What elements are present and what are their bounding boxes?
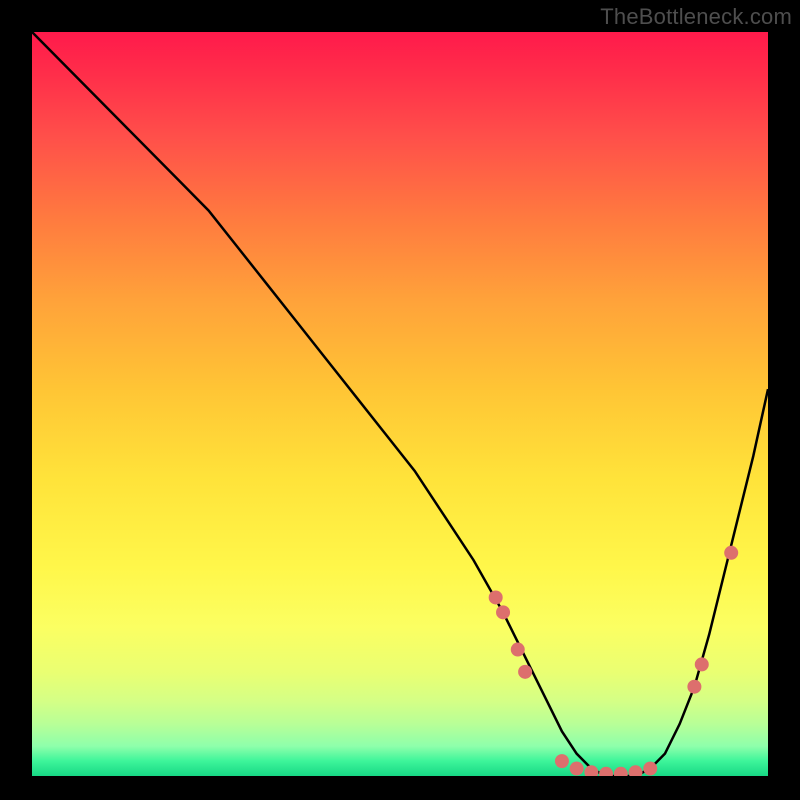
plot-area xyxy=(32,32,768,776)
marker-dot xyxy=(687,680,701,694)
marker-dot xyxy=(489,590,503,604)
marker-dot xyxy=(584,765,598,776)
chart-frame: TheBottleneck.com xyxy=(0,0,800,800)
marker-dot xyxy=(629,765,643,776)
marker-dot xyxy=(496,605,510,619)
marker-dots xyxy=(32,32,768,776)
marker-dot xyxy=(614,767,628,776)
marker-dot xyxy=(555,754,569,768)
watermark-text: TheBottleneck.com xyxy=(600,4,792,30)
marker-dot xyxy=(518,665,532,679)
marker-dot xyxy=(695,657,709,671)
marker-dot xyxy=(511,643,525,657)
marker-dot xyxy=(599,767,613,776)
marker-dot xyxy=(570,762,584,776)
marker-dot xyxy=(724,546,738,560)
marker-dot xyxy=(643,762,657,776)
